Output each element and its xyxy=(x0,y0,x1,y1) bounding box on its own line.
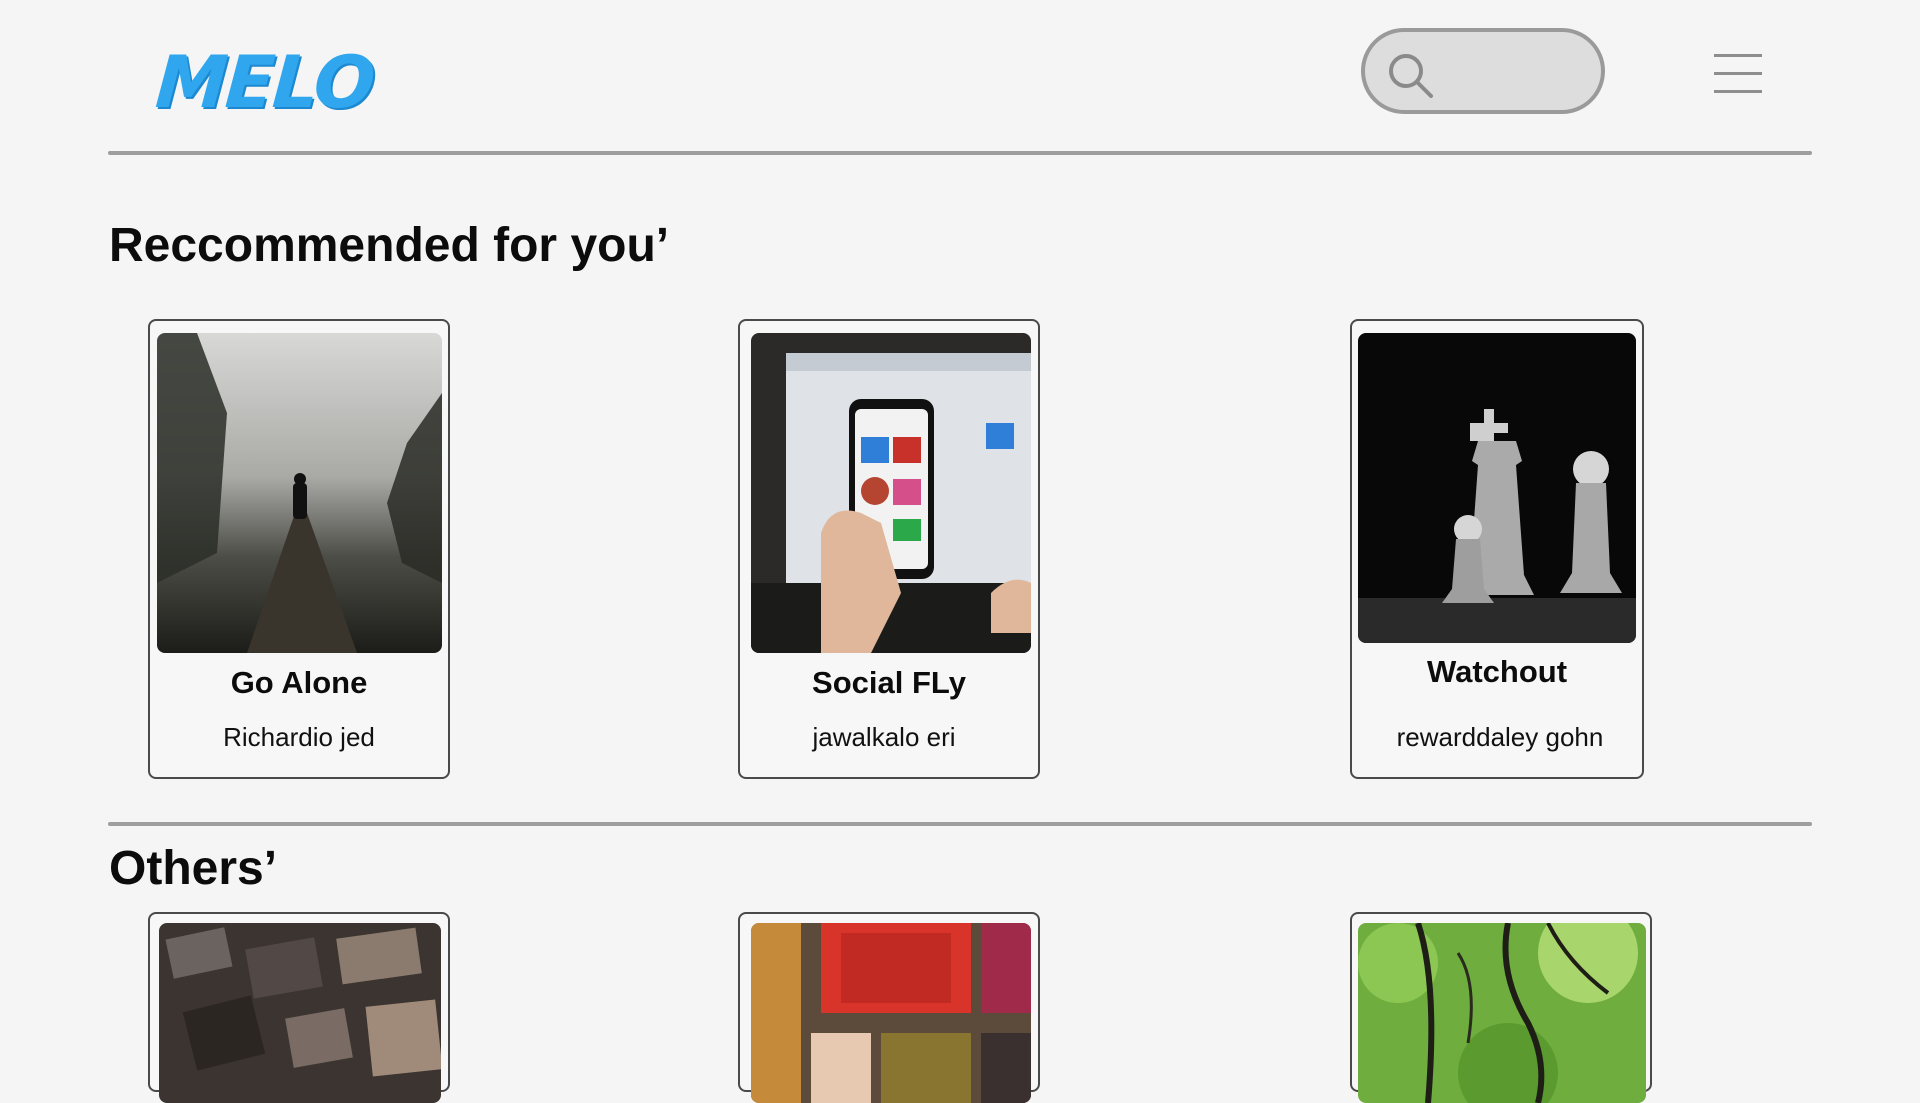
recommended-card[interactable]: Watchout rewarddaley gohn xyxy=(1350,319,1644,779)
card-image xyxy=(157,333,442,653)
others-card[interactable] xyxy=(738,912,1040,1103)
card-image xyxy=(159,923,441,1103)
header-divider xyxy=(108,151,1812,155)
hamburger-menu-icon[interactable] xyxy=(1714,50,1764,96)
card-image xyxy=(751,333,1031,653)
others-card[interactable] xyxy=(1350,912,1652,1103)
section-divider xyxy=(108,822,1812,826)
others-card[interactable] xyxy=(148,912,450,1103)
brand-logo[interactable]: MELO xyxy=(153,40,376,124)
section-title-others: Others’ xyxy=(109,842,278,895)
recommended-card[interactable]: Social FLy jawalkalo eri xyxy=(738,319,1040,779)
card-title: Social FLy xyxy=(812,665,966,700)
card-author: jawalkalo eri xyxy=(812,722,956,752)
card-image xyxy=(751,923,1031,1103)
search-input[interactable] xyxy=(1361,28,1605,114)
recommended-card[interactable]: Go Alone Richardio jed xyxy=(148,319,450,779)
card-author: Richardio jed xyxy=(223,722,375,752)
section-title-recommended: Reccommended for you’ xyxy=(109,219,670,272)
card-author: rewarddaley gohn xyxy=(1396,722,1604,752)
card-title: Go Alone xyxy=(230,665,368,700)
search-icon xyxy=(1389,54,1433,98)
card-image xyxy=(1358,923,1646,1103)
card-image xyxy=(1358,333,1636,643)
card-title: Watchout xyxy=(1426,654,1568,689)
